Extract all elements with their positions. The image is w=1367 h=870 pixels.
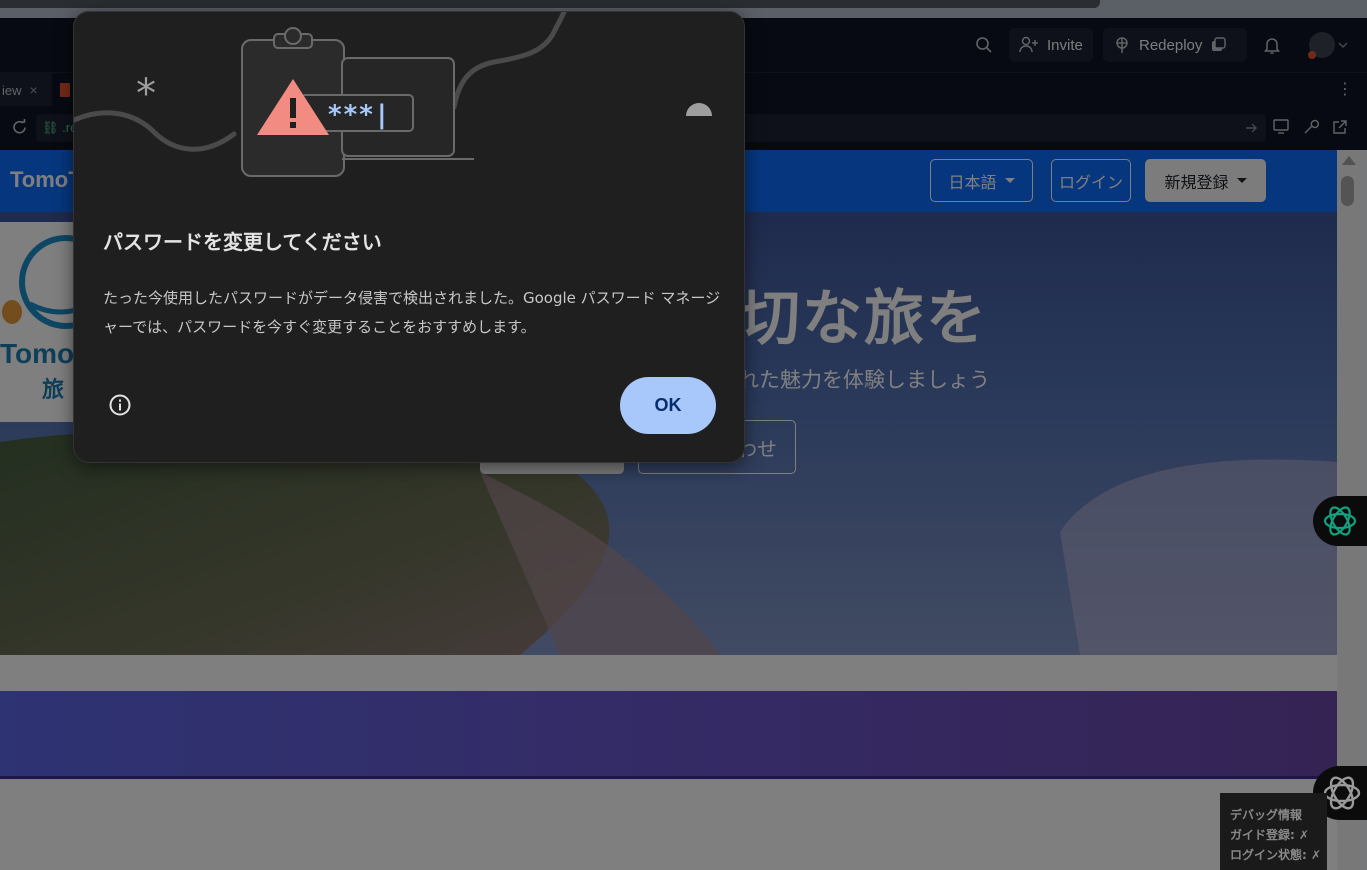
password-warning-illustration: * ***| [74,12,712,177]
password-breach-dialog: * ***| パスワードを変更してください たった今使用したパスワードがデータ侵… [73,11,745,463]
ok-button[interactable]: OK [620,377,716,434]
window-bar [0,0,1100,8]
debug-guide-registration: ガイド登録: ✗ [1230,828,1310,842]
debug-title: デバッグ情報 [1230,808,1303,822]
dialog-message: たった今使用したパスワードがデータ侵害で検出されました。Google パスワード… [103,289,721,336]
svg-text:*: * [136,71,156,117]
debug-login-state: ログイン状態: ✗ [1230,848,1322,862]
password-mask-text: ***| [327,100,390,130]
openai-icon [1323,776,1361,810]
openai-icon [1323,506,1357,536]
debug-panel: デバッグ情報 ガイド登録: ✗ ログイン状態: ✗ [1220,793,1327,870]
chatgpt-floating-button[interactable] [1313,496,1367,546]
dialog-title: パスワードを変更してください [103,230,382,254]
info-icon[interactable] [108,393,132,417]
